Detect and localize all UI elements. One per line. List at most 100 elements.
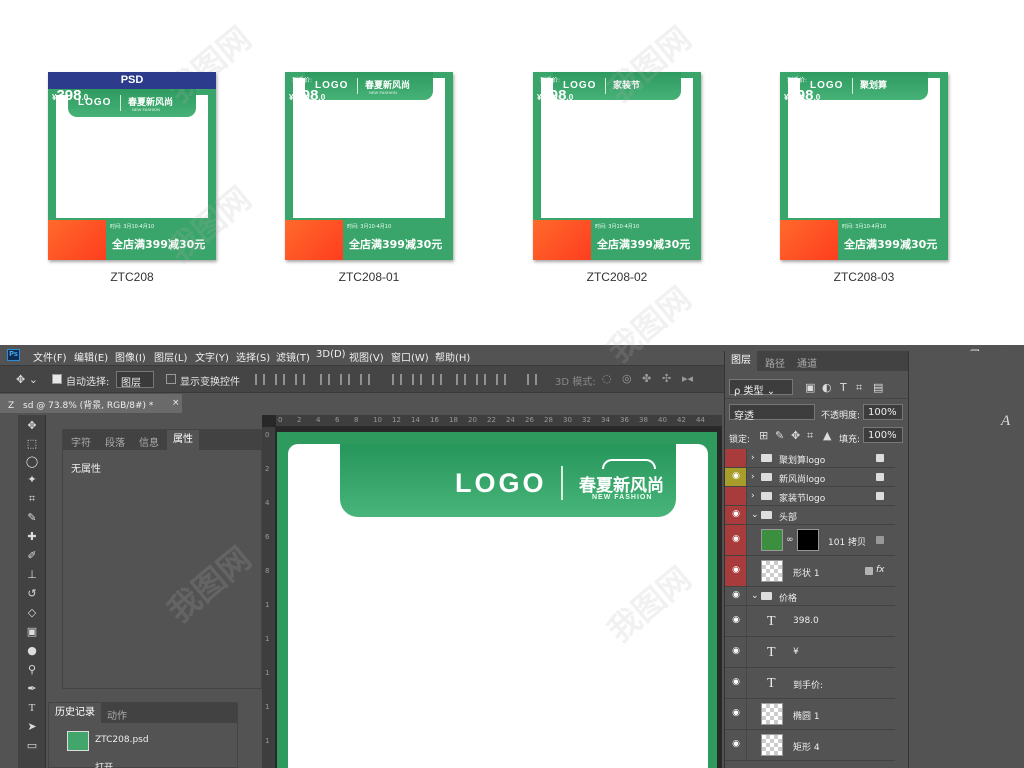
layer-visibility-toggle[interactable]	[725, 487, 747, 505]
layer-row[interactable]: ◉ T 398.0	[725, 606, 895, 637]
3d-roll-icon[interactable]: ◎	[622, 372, 632, 385]
layer-visibility-toggle[interactable]: ◉	[725, 637, 747, 667]
fill-input[interactable]: 100%	[863, 427, 903, 443]
layer-visibility-toggle[interactable]: ◉	[725, 468, 747, 486]
layer-row[interactable]: ◉ ∞ 101 拷贝	[725, 525, 895, 556]
align-hcenter-icon[interactable]	[340, 374, 350, 385]
disclosure-icon[interactable]: ⌄	[751, 510, 759, 520]
lasso-tool-button[interactable]: ◯	[25, 455, 39, 469]
tab-layers[interactable]: 图层	[725, 351, 757, 371]
disclosure-icon[interactable]: ⌄	[751, 591, 759, 601]
menu-item[interactable]: 文字(Y)	[195, 349, 229, 364]
menu-item[interactable]: 窗口(W)	[391, 349, 429, 364]
layer-visibility-toggle[interactable]: ◉	[725, 506, 747, 524]
marquee-tool-button[interactable]: ⬚	[25, 437, 39, 451]
auto-align-icon[interactable]	[527, 374, 537, 385]
document-tab-close-icon[interactable]: ×	[172, 398, 180, 408]
align-top-icon[interactable]	[255, 374, 265, 385]
auto-select-checkbox[interactable]	[52, 374, 62, 384]
layer-visibility-toggle[interactable]: ◉	[725, 606, 747, 636]
menu-item[interactable]: 图像(I)	[115, 349, 146, 364]
crop-tool-button[interactable]: ⌗	[25, 492, 39, 506]
lock-position-icon[interactable]: ✥	[791, 429, 800, 442]
distribute-vcenter-icon[interactable]	[412, 374, 422, 385]
tab-actions[interactable]: 动作	[107, 707, 127, 722]
layer-row[interactable]: › 家装节logo	[725, 487, 895, 506]
brush-tool-button[interactable]: ✐	[25, 549, 39, 563]
layer-row[interactable]: ◉ 矩形 4	[725, 730, 895, 761]
menu-item[interactable]: 编辑(E)	[74, 349, 108, 364]
layer-visibility-toggle[interactable]: ◉	[725, 556, 747, 586]
tab-character[interactable]: 字符	[71, 434, 91, 449]
layer-visibility-toggle[interactable]	[725, 449, 747, 467]
menu-item[interactable]: 图层(L)	[154, 349, 187, 364]
layer-visibility-toggle[interactable]: ◉	[725, 587, 747, 605]
type-tool-button[interactable]: T	[25, 701, 39, 715]
move-tool-button[interactable]: ✥	[25, 419, 39, 433]
3d-slide-icon[interactable]: ✣	[662, 372, 671, 385]
filter-adjust-icon[interactable]: ◐	[822, 381, 832, 394]
tab-paragraph[interactable]: 段落	[105, 434, 125, 449]
healing-tool-button[interactable]: ✚	[25, 530, 39, 544]
layer-row[interactable]: ◉ T 到手价:	[725, 668, 895, 699]
fx-badge[interactable]: fx	[876, 565, 885, 575]
glyph-panel-icon[interactable]: A	[1001, 413, 1010, 430]
preview-card[interactable]: LOGO 聚划算 到手价: ¥398.0 时间: 3月10-4月10 全店满39…	[780, 72, 948, 284]
menu-item[interactable]: 滤镜(T)	[276, 349, 310, 364]
filter-pixel-icon[interactable]: ▣	[805, 381, 815, 394]
history-snapshot-thumbnail[interactable]	[67, 731, 89, 751]
distribute-hcenter-icon[interactable]	[476, 374, 486, 385]
preview-card[interactable]: LOGO 家装节 到手价: ¥398.0 时间: 3月10-4月10 全店满39…	[533, 72, 701, 284]
eraser-tool-button[interactable]: ◇	[25, 606, 39, 620]
gradient-tool-button[interactable]: ▣	[25, 625, 39, 639]
eyedropper-tool-button[interactable]: ✎	[25, 511, 39, 525]
blend-mode-select[interactable]: 穿透	[729, 404, 815, 422]
filter-smart-icon[interactable]: ▤	[873, 381, 883, 394]
align-bottom-icon[interactable]	[295, 374, 305, 385]
move-tool-icon[interactable]: ✥ ⌄	[16, 373, 38, 386]
menu-item[interactable]: 3D(D)	[316, 349, 346, 360]
layer-row[interactable]: ◉ 形状 1 fx	[725, 556, 895, 587]
distribute-bottom-icon[interactable]	[432, 374, 442, 385]
path-select-tool-button[interactable]: ➤	[25, 720, 39, 734]
disclosure-icon[interactable]: ›	[751, 491, 755, 501]
align-vcenter-icon[interactable]	[275, 374, 285, 385]
align-right-icon[interactable]	[360, 374, 370, 385]
history-open-step[interactable]: 打开	[95, 760, 113, 768]
preview-card[interactable]: PSD LOGO 春夏新风尚 NEW FASHION 到手价: ¥398.0 时…	[48, 72, 216, 284]
layer-visibility-toggle[interactable]: ◉	[725, 730, 747, 760]
layer-row[interactable]: ◉ ⌄ 头部	[725, 506, 895, 525]
layer-row[interactable]: ◉ › 新风尚logo	[725, 468, 895, 487]
disclosure-icon[interactable]: ›	[751, 472, 755, 482]
lock-paint-icon[interactable]: ✎	[775, 429, 784, 442]
menu-item[interactable]: 帮助(H)	[435, 349, 470, 364]
menu-item[interactable]: 文件(F)	[33, 349, 67, 364]
align-left-icon[interactable]	[320, 374, 330, 385]
lock-pixels-icon[interactable]: ⊞	[759, 429, 768, 442]
distribute-right-icon[interactable]	[496, 374, 506, 385]
transform-controls-checkbox[interactable]	[166, 374, 176, 384]
disclosure-icon[interactable]: ›	[751, 453, 755, 463]
preview-card[interactable]: LOGO 春夏新风尚 NEW FASHION 到手价: ¥398.0 时间: 3…	[285, 72, 453, 284]
filter-shape-icon[interactable]: ⌗	[856, 381, 862, 395]
tab-properties[interactable]: 属性	[167, 430, 199, 450]
layer-visibility-toggle[interactable]: ◉	[725, 525, 747, 555]
magic-wand-tool-button[interactable]: ✦	[25, 473, 39, 487]
document-tab[interactable]: Z sd @ 73.8% (背景, RGB/8#) * ×	[0, 394, 182, 413]
filter-type-icon[interactable]: T	[840, 381, 847, 394]
pen-tool-button[interactable]: ✒	[25, 682, 39, 696]
layer-row[interactable]: ◉ 椭圆 1	[725, 699, 895, 730]
shape-tool-button[interactable]: ▭	[25, 739, 39, 753]
layer-row[interactable]: ◉ ⌄ 价格	[725, 587, 895, 606]
auto-select-dropdown[interactable]: 图层 ⌄	[116, 371, 154, 400]
3d-scale-icon[interactable]: ▸◂	[682, 372, 693, 385]
3d-rotate-icon[interactable]: ◌	[602, 372, 612, 385]
layer-visibility-toggle[interactable]: ◉	[725, 699, 747, 729]
lock-all-icon[interactable]: ▲	[823, 429, 831, 442]
dodge-tool-button[interactable]: ⚲	[25, 663, 39, 677]
tab-paths[interactable]: 路径	[765, 355, 785, 370]
history-file-name[interactable]: ZTC208.psd	[95, 735, 149, 745]
tab-info[interactable]: 信息	[139, 434, 159, 449]
lock-artboard-icon[interactable]: ⌗	[807, 429, 813, 443]
blur-tool-button[interactable]: ●	[25, 644, 39, 658]
